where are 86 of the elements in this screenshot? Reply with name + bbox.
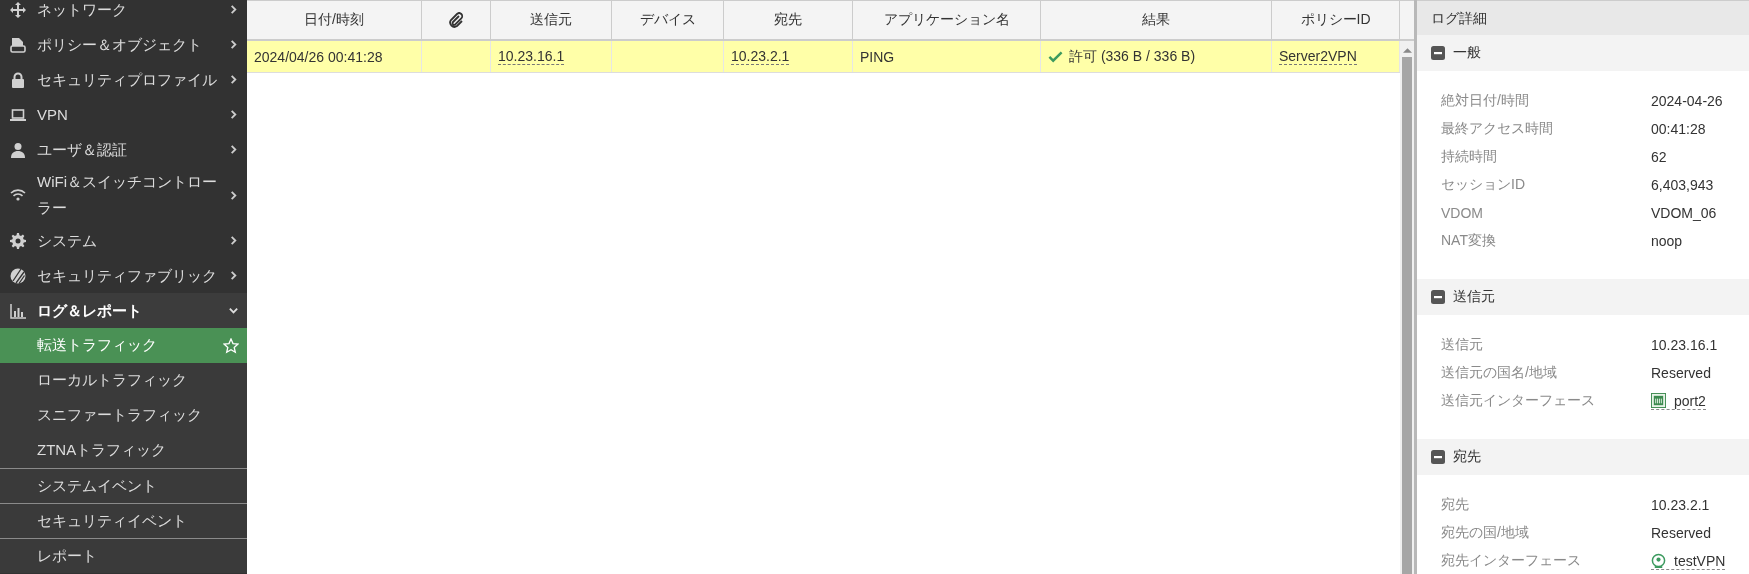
nav-subitem[interactable]: セキュリティイベント	[0, 503, 247, 538]
collapse-icon	[1431, 46, 1445, 60]
field-label: NAT変換	[1441, 232, 1497, 250]
column-header[interactable]: デバイス	[612, 1, 724, 39]
gear-icon	[10, 232, 26, 249]
field-value: noop	[1651, 233, 1683, 249]
tunnel-icon	[1651, 553, 1666, 568]
field-label: 最終アクセス時間	[1441, 120, 1554, 138]
field-label: 絶対日付/時間	[1441, 92, 1530, 110]
nav-item[interactable]: ポリシー＆オブジェクト	[0, 27, 247, 62]
chevron-down-icon	[228, 305, 239, 316]
column-header[interactable]: 送信元	[491, 1, 612, 39]
field-value: 62	[1651, 149, 1667, 165]
nav-subitem[interactable]: 転送トラフィック	[0, 328, 247, 363]
chevron-right-icon	[228, 270, 239, 281]
port-icon	[1651, 393, 1666, 408]
nav-subitem[interactable]: ZTNAトラフィック	[0, 433, 247, 468]
field-value: 2024-04-26	[1651, 93, 1723, 109]
field-label: VDOM	[1441, 205, 1484, 221]
table-link[interactable]: Server2VPN	[1279, 48, 1357, 65]
column-header[interactable]: 日付/時刻	[247, 1, 422, 39]
field-label: 宛先	[1441, 496, 1470, 514]
bar-chart-icon	[10, 302, 26, 319]
field-value: 00:41:28	[1651, 121, 1706, 137]
laptop-icon	[10, 106, 26, 123]
field-label: 送信元の国名/地域	[1441, 364, 1558, 382]
field-value: 10.23.16.1	[1651, 337, 1718, 353]
move-icon	[10, 1, 26, 18]
scroll-thumb[interactable]	[1402, 57, 1412, 574]
star-icon	[223, 337, 239, 354]
column-header[interactable]: 結果	[1041, 1, 1272, 39]
chevron-right-icon	[228, 235, 239, 246]
field-value: Reserved	[1651, 525, 1711, 541]
nav-item[interactable]: VPN	[0, 97, 247, 132]
nav-item[interactable]: ユーザ＆認証	[0, 132, 247, 167]
column-header[interactable]: 宛先	[724, 1, 853, 39]
document-icon	[10, 36, 26, 53]
fabric-icon	[10, 267, 26, 284]
interface-link[interactable]: port2	[1651, 392, 1706, 410]
table-cell: 2024/04/26 00:41:28	[254, 48, 383, 65]
chevron-right-icon	[228, 74, 239, 85]
chevron-right-icon	[228, 144, 239, 155]
nav-item[interactable]: セキュリティファブリック	[0, 258, 247, 293]
nav-item[interactable]: セキュリティプロファイル	[0, 62, 247, 97]
field-value: 6,403,943	[1651, 177, 1714, 193]
chevron-right-icon	[228, 4, 239, 15]
table-cell: PING	[860, 48, 895, 65]
chevron-right-icon	[228, 109, 239, 120]
nav-item[interactable]: ログ＆レポート	[0, 293, 247, 328]
section-header[interactable]: 宛先	[1417, 439, 1749, 475]
field-label: セッションID	[1441, 176, 1526, 194]
nav-subitem[interactable]: レポート	[0, 538, 247, 573]
nav-item[interactable]: WiFi＆スイッチコントローラー	[0, 167, 247, 223]
section-header[interactable]: 送信元	[1417, 279, 1749, 315]
section-header[interactable]: 一般	[1417, 35, 1749, 71]
chevron-right-icon	[228, 189, 239, 201]
nav-subitem[interactable]: ローカルトラフィック	[0, 363, 247, 398]
paperclip-icon	[448, 12, 464, 28]
table-row[interactable]: 2024/04/26 00:41:28 10.23.16.1 10.23.2.1 PING 許可 (336 B / 336 B) Server2VPN	[247, 41, 1400, 73]
interface-link[interactable]: testVPN	[1651, 552, 1726, 570]
table-link[interactable]: 10.23.2.1	[731, 48, 790, 65]
column-header[interactable]: アプリケーション名	[853, 1, 1041, 39]
wifi-icon	[10, 187, 26, 203]
field-label: 宛先インターフェース	[1441, 552, 1582, 570]
nav-subitem[interactable]: スニファートラフィック	[0, 398, 247, 433]
chevron-right-icon	[228, 39, 239, 50]
field-label: 持続時間	[1441, 148, 1498, 166]
field-label: 送信元	[1441, 336, 1484, 354]
field-value: VDOM_06	[1651, 205, 1717, 221]
table-link[interactable]: 10.23.16.1	[498, 48, 565, 65]
field-label: 送信元インターフェース	[1441, 392, 1596, 410]
user-icon	[10, 141, 26, 158]
collapse-icon	[1431, 290, 1445, 304]
lock-icon	[10, 71, 26, 88]
field-value: 10.23.2.1	[1651, 497, 1710, 513]
field-value: Reserved	[1651, 365, 1711, 381]
result-text: 許可 (336 B / 336 B)	[1069, 47, 1196, 66]
collapse-icon	[1431, 450, 1445, 464]
scrollbar[interactable]	[1400, 41, 1414, 574]
panel-title: ログ詳細	[1417, 0, 1749, 35]
nav-subitem[interactable]: システムイベント	[0, 468, 247, 503]
nav-item[interactable]: システム	[0, 223, 247, 258]
check-icon	[1048, 49, 1063, 64]
scroll-up-icon	[1402, 47, 1412, 53]
nav-item[interactable]: ネットワーク	[0, 0, 247, 27]
field-label: 宛先の国/地域	[1441, 524, 1530, 542]
